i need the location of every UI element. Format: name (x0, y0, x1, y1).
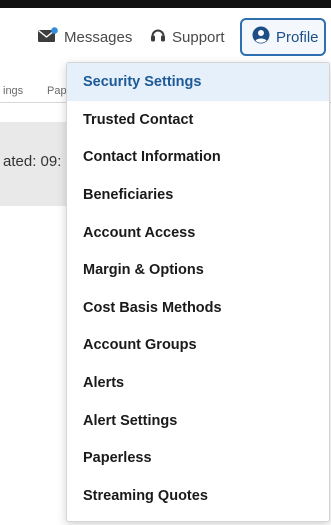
messages-link[interactable]: Messages (38, 26, 132, 48)
background-tab[interactable]: Pap (47, 85, 67, 97)
support-label: Support (172, 28, 225, 46)
menu-item-beneficiaries[interactable]: Beneficiaries (67, 176, 329, 214)
top-border (0, 0, 331, 8)
profile-dropdown-menu: Security Settings Trusted Contact Contac… (66, 62, 330, 522)
menu-item-margin-options[interactable]: Margin & Options (67, 251, 329, 289)
headset-icon (150, 27, 166, 47)
menu-item-account-groups[interactable]: Account Groups (67, 327, 329, 365)
messages-label: Messages (64, 28, 133, 46)
support-link[interactable]: Support (150, 26, 225, 48)
menu-item-streaming-quotes[interactable]: Streaming Quotes (67, 477, 329, 515)
background-tab[interactable]: ings (3, 85, 23, 97)
envelope-icon (38, 27, 58, 47)
menu-item-alerts[interactable]: Alerts (67, 364, 329, 402)
menu-item-paperless[interactable]: Paperless (67, 439, 329, 477)
menu-item-cost-basis-methods[interactable]: Cost Basis Methods (67, 289, 329, 327)
menu-item-contact-information[interactable]: Contact Information (67, 139, 329, 177)
menu-item-security-settings[interactable]: Security Settings (67, 63, 329, 101)
profile-label: Profile (276, 28, 319, 46)
profile-button[interactable]: Profile (240, 18, 326, 56)
menu-item-account-access[interactable]: Account Access (67, 214, 329, 252)
user-circle-icon (252, 26, 270, 48)
updated-timestamp: ated: 09: (3, 153, 62, 170)
menu-item-alert-settings[interactable]: Alert Settings (67, 402, 329, 440)
menu-item-trusted-contact[interactable]: Trusted Contact (67, 101, 329, 139)
